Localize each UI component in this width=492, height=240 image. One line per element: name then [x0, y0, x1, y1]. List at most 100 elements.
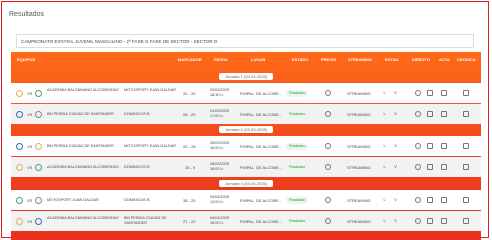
match-place[interactable]: P.MPAL. DE ALCOBE... — [240, 219, 282, 224]
local-stats-button[interactable]: L — [382, 164, 387, 170]
live-icon[interactable] — [415, 197, 421, 203]
jornada-3-label: Jornada 3 (04-04-2025) — [219, 180, 273, 187]
home-team[interactable]: ACADEMIA BALONMANO ALCOBENDAS — [47, 88, 119, 93]
vs-label: VS — [27, 91, 33, 96]
streaming-link[interactable]: STREAMING — [347, 112, 371, 117]
vs-label: VS — [27, 198, 33, 203]
chronicle-icon[interactable] — [463, 111, 469, 117]
chronicle-icon[interactable] — [463, 218, 469, 224]
stats-icon[interactable] — [427, 143, 433, 149]
stats-icon[interactable] — [427, 111, 433, 117]
streaming-link[interactable]: STREAMING — [347, 198, 371, 203]
document-icon[interactable] — [441, 90, 447, 96]
table-row[interactable]: VS BM PERDIA CIUDAD DE SANTANDER MOTOSPO… — [11, 136, 481, 156]
local-stats-button[interactable]: L — [382, 218, 387, 224]
header-previo: PREVIO — [321, 57, 337, 62]
visitor-stats-button[interactable]: V — [393, 197, 398, 203]
local-stats-button[interactable]: L — [382, 90, 387, 96]
visitor-stats-button[interactable]: V — [393, 218, 398, 224]
match-date: 26/03/2025 — [210, 141, 230, 145]
table-row[interactable]: VS ACADEMIA BALONMANO ALCOBENDAS BM PERD… — [11, 211, 481, 231]
team-crest-icon — [16, 143, 23, 150]
score: 27 - 22 — [183, 219, 196, 224]
table-row[interactable]: VS BM PERDIA CIUDAD DE SANTANDER DOMINIC… — [11, 104, 481, 124]
away-team[interactable]: MOTOSPORT JUAN GALDAR — [124, 88, 176, 93]
home-team[interactable]: ACADEMIA BALONMANO ALCOBENDAS — [47, 216, 119, 221]
match-date: 04/04/2025 — [210, 195, 230, 199]
match-place[interactable]: P.MPAL. DE ALCOBE... — [240, 91, 282, 96]
live-icon[interactable] — [415, 111, 421, 117]
team-crest-icon — [16, 111, 23, 118]
away-team[interactable]: BM PERDIA CIUDAD DE SANTANDER — [124, 216, 176, 225]
document-icon[interactable] — [441, 111, 447, 117]
match-place[interactable]: P.MPAL. DE ALCOBE... — [240, 144, 282, 149]
streaming-link[interactable]: STREAMING — [347, 91, 371, 96]
chronicle-icon[interactable] — [463, 143, 469, 149]
streaming-link[interactable]: STREAMING — [347, 165, 371, 170]
header-streaming: STREAMING — [348, 57, 372, 62]
table-row[interactable]: VS MOTOSPORT JUAN GALDAR DOMINICOS B 38 … — [11, 190, 481, 210]
local-stats-button[interactable]: L — [382, 197, 387, 203]
document-icon[interactable] — [441, 197, 447, 203]
stats-icon[interactable] — [427, 90, 433, 96]
away-team[interactable]: MOTOSPORT JUAN GALDAR — [124, 144, 176, 149]
match-place[interactable]: P.MPAL. DE ALCOBE... — [240, 165, 282, 170]
info-icon[interactable] — [325, 143, 331, 149]
info-icon[interactable] — [325, 164, 331, 170]
status-badge: Finalizado — [286, 90, 308, 97]
header-directo: DIRECTO — [412, 57, 430, 62]
team-crest-icon — [16, 197, 23, 204]
visitor-stats-button[interactable]: V — [393, 164, 398, 170]
visitor-stats-button[interactable]: V — [393, 143, 398, 149]
score: 20 - 20 — [183, 91, 196, 96]
home-team[interactable]: BM PERDIA CIUDAD DE SANTANDER — [47, 112, 114, 117]
match-date: 04/04/2025 — [210, 216, 230, 220]
streaming-link[interactable]: STREAMING — [347, 144, 371, 149]
stats-icon[interactable] — [427, 197, 433, 203]
away-team[interactable]: DOMINICOS B — [124, 165, 150, 170]
match-time: 18:00 h. — [210, 167, 224, 171]
info-icon[interactable] — [325, 197, 331, 203]
live-icon[interactable] — [415, 218, 421, 224]
score: 38 - 25 — [183, 198, 196, 203]
local-stats-button[interactable]: L — [382, 111, 387, 117]
team-crest-icon — [35, 164, 42, 171]
team-crest-icon — [16, 218, 23, 225]
header-estado: ESTADO — [292, 57, 309, 62]
header-estad: ESTAD. — [385, 57, 400, 62]
document-icon[interactable] — [441, 218, 447, 224]
chronicle-icon[interactable] — [463, 90, 469, 96]
away-team[interactable]: DOMINICOS B — [124, 112, 150, 117]
streaming-link[interactable]: STREAMING — [347, 219, 371, 224]
home-team[interactable]: MOTOSPORT JUAN GALDAR — [47, 198, 99, 203]
table-row[interactable]: VS ACADEMIA BALONMANO ALCOBENDAS DOMINIC… — [11, 157, 481, 177]
vs-label: VS — [27, 112, 33, 117]
info-icon[interactable] — [325, 111, 331, 117]
match-place[interactable]: P.MPAL. DE ALCOBE... — [240, 112, 282, 117]
home-team[interactable]: BM PERDIA CIUDAD DE SANTANDER — [47, 144, 114, 149]
live-icon[interactable] — [415, 164, 421, 170]
stats-icon[interactable] — [427, 218, 433, 224]
document-icon[interactable] — [441, 164, 447, 170]
live-icon[interactable] — [415, 143, 421, 149]
stats-icon[interactable] — [427, 164, 433, 170]
visitor-stats-button[interactable]: V — [393, 111, 398, 117]
competition-title: CAMPEONATO ESTATAL JUVENIL MASCULINO - 2… — [16, 34, 474, 48]
table-header: EQUIPOS MARCADOR FECHA LUGAR ESTADO PREV… — [11, 52, 481, 66]
document-icon[interactable] — [441, 143, 447, 149]
chronicle-icon[interactable] — [463, 164, 469, 170]
score: 20 - 28 — [183, 144, 196, 149]
home-team[interactable]: ACADEMIA BALONMANO ALCOBENDAS — [47, 165, 119, 170]
match-time: 18:00 h. — [210, 221, 224, 225]
info-icon[interactable] — [325, 90, 331, 96]
team-crest-icon — [35, 111, 42, 118]
visitor-stats-button[interactable]: V — [393, 90, 398, 96]
away-team[interactable]: DOMINICOS B — [124, 198, 150, 203]
local-stats-button[interactable]: L — [382, 143, 387, 149]
live-icon[interactable] — [415, 90, 421, 96]
table-row[interactable]: VS ACADEMIA BALONMANO ALCOBENDAS MOTOSPO… — [11, 83, 481, 103]
info-icon[interactable] — [325, 218, 331, 224]
match-place[interactable]: P.MPAL. DE ALCOBE... — [240, 198, 282, 203]
match-time: 16:00 h. — [210, 146, 224, 150]
chronicle-icon[interactable] — [463, 197, 469, 203]
